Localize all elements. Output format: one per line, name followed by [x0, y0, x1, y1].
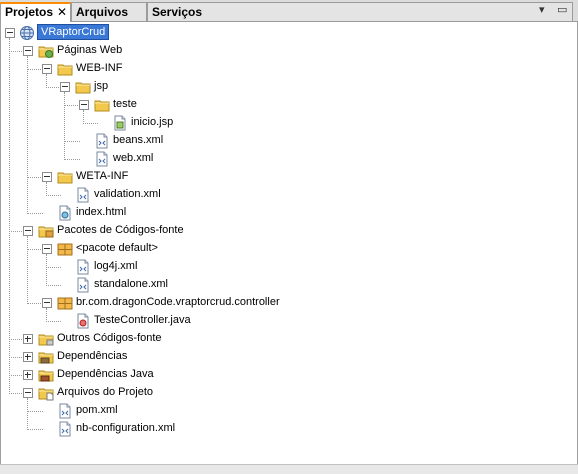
tree-node-label: teste [113, 98, 137, 110]
tree-node[interactable]: nb-configuration.xml [1, 420, 561, 438]
tree-node-label: <pacote default> [76, 242, 158, 254]
java-dependencies-icon [38, 367, 54, 383]
tree-node-label: VRaptorCrud [37, 24, 110, 40]
tree-node-label: Pacotes de Códigos-fonte [57, 224, 184, 236]
folder-icon [57, 169, 73, 185]
tree-node[interactable]: Arquivos do Projeto [1, 384, 561, 402]
collapse-icon[interactable] [23, 226, 33, 236]
tree-node[interactable]: log4j.xml [1, 258, 561, 276]
collapse-icon[interactable] [42, 172, 52, 182]
dropdown-icon[interactable]: ▾ [539, 3, 545, 16]
tree-node[interactable]: standalone.xml [1, 276, 561, 294]
tree-node[interactable]: Outros Códigos-fonte [1, 330, 561, 348]
tab-arquivos[interactable]: Arquivos [71, 2, 147, 21]
tree-node[interactable]: inicio.jsp [1, 114, 561, 132]
tree-node-label: Dependências [57, 350, 128, 362]
tab-servicos[interactable]: Serviços [147, 2, 573, 21]
collapse-icon[interactable] [42, 64, 52, 74]
java-file-icon [75, 313, 91, 329]
tab-projetos[interactable]: Projetos ✕ [0, 2, 71, 22]
tree-node[interactable]: index.html [1, 204, 561, 222]
tree-node-label: WEB-INF [76, 62, 123, 74]
tree-node-label: Dependências Java [57, 368, 154, 380]
html-file-icon [57, 205, 73, 221]
xml-file-icon [94, 133, 110, 149]
tree-node-label: pom.xml [76, 404, 118, 416]
tree-node[interactable]: jsp [1, 78, 561, 96]
project-files-icon [38, 385, 54, 401]
restore-window-icon[interactable]: ▭ [557, 3, 567, 16]
xml-file-icon [75, 277, 91, 293]
tree-node-label: inicio.jsp [131, 116, 174, 128]
xml-file-icon [75, 187, 91, 203]
tree-node[interactable]: beans.xml [1, 132, 561, 150]
tree-node-label: validation.xml [94, 188, 161, 200]
tree-node[interactable]: Páginas Web [1, 42, 561, 60]
tree-node[interactable]: br.com.dragonCode.vraptorcrud.controller [1, 294, 561, 312]
status-bar [0, 464, 578, 474]
xml-file-icon [57, 403, 73, 419]
dependencies-icon [38, 349, 54, 365]
collapse-icon[interactable] [42, 298, 52, 308]
expand-icon[interactable] [23, 352, 33, 362]
folder-icon [57, 61, 73, 77]
tab-label: Arquivos [76, 5, 129, 19]
tab-label: Serviços [152, 5, 203, 19]
xml-file-icon [75, 259, 91, 275]
collapse-icon[interactable] [60, 82, 70, 92]
tree-node-label: web.xml [113, 152, 154, 164]
project-globe-icon [19, 25, 35, 41]
xml-file-icon [57, 421, 73, 437]
tree-node[interactable]: teste [1, 96, 561, 114]
collapse-icon[interactable] [23, 46, 33, 56]
tree-node-label: br.com.dragonCode.vraptorcrud.controller [76, 296, 280, 308]
collapse-icon[interactable] [79, 100, 89, 110]
web-pages-folder-icon [38, 43, 54, 59]
tree-node[interactable]: Dependências [1, 348, 561, 366]
package-icon [57, 295, 73, 311]
expand-icon[interactable] [23, 370, 33, 380]
tree-node[interactable]: VRaptorCrud [1, 24, 561, 42]
tab-bar: Projetos ✕ Arquivos Serviços ▾ ▭ [0, 0, 578, 22]
collapse-icon[interactable] [5, 28, 15, 38]
tree-node-label: index.html [76, 206, 127, 218]
source-packages-icon [38, 223, 54, 239]
expand-icon[interactable] [23, 334, 33, 344]
tree-node-label: nb-configuration.xml [76, 422, 176, 434]
tree-node-label: Páginas Web [57, 44, 123, 56]
close-icon[interactable]: ✕ [57, 5, 67, 19]
folder-icon [75, 79, 91, 95]
xml-file-icon [94, 151, 110, 167]
folder-icon [94, 97, 110, 113]
tree-node-label: TesteController.java [94, 314, 191, 326]
tree-node[interactable]: validation.xml [1, 186, 561, 204]
tree-node[interactable]: web.xml [1, 150, 561, 168]
jsp-file-icon [112, 115, 128, 131]
tree-node[interactable]: <pacote default> [1, 240, 561, 258]
other-sources-icon [38, 331, 54, 347]
tree-node[interactable]: WETA-INF [1, 168, 561, 186]
collapse-icon[interactable] [23, 388, 33, 398]
tree-node[interactable]: pom.xml [1, 402, 561, 420]
project-tree: VRaptorCrud Páginas Web WEB-INF jsp teste ini… [0, 22, 578, 464]
tree-node[interactable]: Dependências Java [1, 366, 561, 384]
tree-node-label: standalone.xml [94, 278, 168, 290]
tree-node[interactable]: WEB-INF [1, 60, 561, 78]
tree-node-label: Outros Códigos-fonte [57, 332, 162, 344]
tree-node[interactable]: TesteController.java [1, 312, 561, 330]
tree-node-label: jsp [94, 80, 109, 92]
collapse-icon[interactable] [42, 244, 52, 254]
tree-node-label: WETA-INF [76, 170, 129, 182]
package-icon [57, 241, 73, 257]
tree-node[interactable]: Pacotes de Códigos-fonte [1, 222, 561, 240]
tab-label: Projetos [5, 5, 54, 19]
tree-node-label: Arquivos do Projeto [57, 386, 153, 398]
tree-node-label: log4j.xml [94, 260, 138, 272]
tree-node-label: beans.xml [113, 134, 164, 146]
